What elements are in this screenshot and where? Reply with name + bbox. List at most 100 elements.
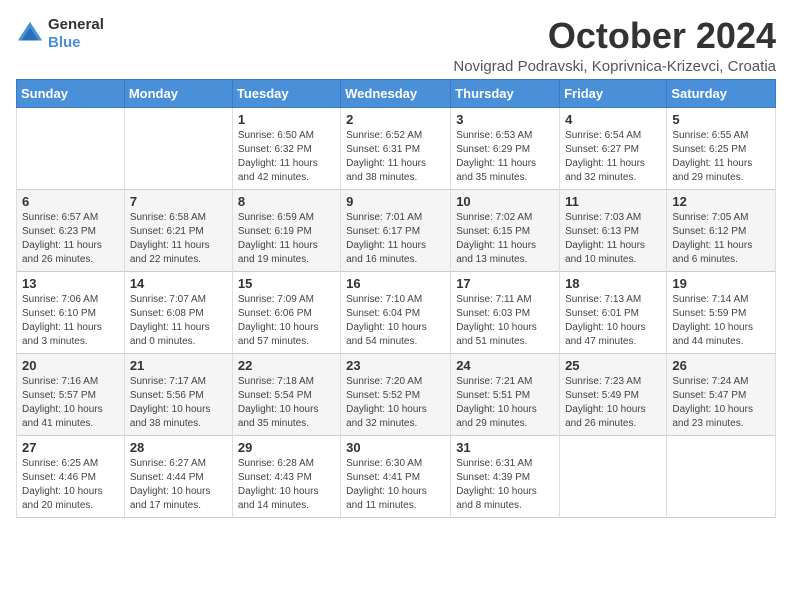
- title-section: October 2024 Novigrad Podravski, Koprivn…: [453, 16, 776, 75]
- day-info: Sunrise: 7:09 AM Sunset: 6:06 PM Dayligh…: [238, 293, 335, 349]
- calendar-cell: 21Sunrise: 7:17 AM Sunset: 5:56 PM Dayli…: [124, 353, 232, 435]
- weekday-header-saturday: Saturday: [667, 79, 776, 107]
- day-info: Sunrise: 6:27 AM Sunset: 4:44 PM Dayligh…: [130, 457, 227, 513]
- day-number: 8: [238, 194, 335, 209]
- day-number: 21: [130, 358, 227, 373]
- calendar-cell: 6Sunrise: 6:57 AM Sunset: 6:23 PM Daylig…: [17, 189, 125, 271]
- day-number: 19: [672, 276, 770, 291]
- location-title: Novigrad Podravski, Koprivnica-Krizevci,…: [453, 58, 776, 75]
- calendar-cell: 5Sunrise: 6:55 AM Sunset: 6:25 PM Daylig…: [667, 107, 776, 189]
- calendar-cell: 25 Sunrise: 7:23 AM Sunset: 5:49 PM Dayli…: [560, 353, 667, 435]
- calendar-cell: 19 Sunrise: 7:14 AM Sunset: 5:59 PM Dayli…: [667, 271, 776, 353]
- calendar-week-2: 6Sunrise: 6:57 AM Sunset: 6:23 PM Daylig…: [17, 189, 776, 271]
- day-info: Sunrise: 6:25 AM Sunset: 4:46 PM Dayligh…: [22, 457, 119, 513]
- day-info: Sunrise: 7:05 AM Sunset: 6:12 PM Dayligh…: [672, 211, 770, 267]
- day-number: 4: [565, 112, 661, 127]
- day-number: 26: [672, 358, 770, 373]
- day-number: 16: [346, 276, 445, 291]
- calendar-cell: 1 Sunrise: 6:50 AM Sunset: 6:32 PM Daylig…: [232, 107, 340, 189]
- calendar-cell: 10 Sunrise: 7:02 AM Sunset: 6:15 PM Dayli…: [451, 189, 560, 271]
- calendar-cell: 16 Sunrise: 7:10 AM Sunset: 6:04 PM Dayli…: [341, 271, 451, 353]
- day-number: 22: [238, 358, 335, 373]
- day-info: Sunrise: 6:53 AM Sunset: 6:29 PM Dayligh…: [456, 129, 554, 185]
- calendar-cell: [560, 435, 667, 517]
- day-info: Sunrise: 7:01 AM Sunset: 6:17 PM Dayligh…: [346, 211, 445, 267]
- weekday-header-thursday: Thursday: [451, 79, 560, 107]
- weekday-header-sunday: Sunday: [17, 79, 125, 107]
- day-number: 5: [672, 112, 770, 127]
- day-info: Sunrise: 7:21 AM Sunset: 5:51 PM Dayligh…: [456, 375, 554, 431]
- calendar-cell: 3 Sunrise: 6:53 AM Sunset: 6:29 PM Daylig…: [451, 107, 560, 189]
- day-info: Sunrise: 7:20 AM Sunset: 5:52 PM Dayligh…: [346, 375, 445, 431]
- day-number: 9: [346, 194, 445, 209]
- day-number: 14: [130, 276, 227, 291]
- calendar-cell: 30Sunrise: 6:30 AM Sunset: 4:41 PM Dayli…: [341, 435, 451, 517]
- day-number: 17: [456, 276, 554, 291]
- day-info: Sunrise: 6:30 AM Sunset: 4:41 PM Dayligh…: [346, 457, 445, 513]
- day-info: Sunrise: 7:18 AM Sunset: 5:54 PM Dayligh…: [238, 375, 335, 431]
- day-info: Sunrise: 6:31 AM Sunset: 4:39 PM Dayligh…: [456, 457, 554, 513]
- day-number: 20: [22, 358, 119, 373]
- calendar-cell: 28 Sunrise: 6:27 AM Sunset: 4:44 PM Dayli…: [124, 435, 232, 517]
- day-number: 24: [456, 358, 554, 373]
- calendar-cell: 17 Sunrise: 7:11 AM Sunset: 6:03 PM Dayli…: [451, 271, 560, 353]
- day-info: Sunrise: 7:06 AM Sunset: 6:10 PM Dayligh…: [22, 293, 119, 349]
- day-info: Sunrise: 6:58 AM Sunset: 6:21 PM Dayligh…: [130, 211, 227, 267]
- day-info: Sunrise: 7:07 AM Sunset: 6:08 PM Dayligh…: [130, 293, 227, 349]
- day-info: Sunrise: 7:14 AM Sunset: 5:59 PM Dayligh…: [672, 293, 770, 349]
- day-info: Sunrise: 6:59 AM Sunset: 6:19 PM Dayligh…: [238, 211, 335, 267]
- day-info: Sunrise: 6:52 AM Sunset: 6:31 PM Dayligh…: [346, 129, 445, 185]
- calendar-week-1: 1 Sunrise: 6:50 AM Sunset: 6:32 PM Daylig…: [17, 107, 776, 189]
- day-number: 31: [456, 440, 554, 455]
- day-info: Sunrise: 7:10 AM Sunset: 6:04 PM Dayligh…: [346, 293, 445, 349]
- day-info: Sunrise: 6:54 AM Sunset: 6:27 PM Dayligh…: [565, 129, 661, 185]
- day-number: 1: [238, 112, 335, 127]
- day-number: 7: [130, 194, 227, 209]
- weekday-header-friday: Friday: [560, 79, 667, 107]
- day-info: Sunrise: 7:11 AM Sunset: 6:03 PM Dayligh…: [456, 293, 554, 349]
- weekday-header-tuesday: Tuesday: [232, 79, 340, 107]
- day-number: 28: [130, 440, 227, 455]
- day-number: 23: [346, 358, 445, 373]
- day-number: 3: [456, 112, 554, 127]
- calendar-cell: 12 Sunrise: 7:05 AM Sunset: 6:12 PM Dayli…: [667, 189, 776, 271]
- calendar-cell: [124, 107, 232, 189]
- day-info: Sunrise: 7:16 AM Sunset: 5:57 PM Dayligh…: [22, 375, 119, 431]
- day-info: Sunrise: 7:23 AM Sunset: 5:49 PM Dayligh…: [565, 375, 661, 431]
- day-number: 2: [346, 112, 445, 127]
- day-number: 29: [238, 440, 335, 455]
- day-number: 25: [565, 358, 661, 373]
- day-number: 18: [565, 276, 661, 291]
- logo-blue: Blue: [48, 34, 104, 52]
- calendar-cell: 18 Sunrise: 7:13 AM Sunset: 6:01 PM Dayli…: [560, 271, 667, 353]
- calendar-cell: 13Sunrise: 7:06 AM Sunset: 6:10 PM Dayli…: [17, 271, 125, 353]
- weekday-header-row: SundayMondayTuesdayWednesdayThursdayFrid…: [17, 79, 776, 107]
- calendar-cell: 26 Sunrise: 7:24 AM Sunset: 5:47 PM Dayli…: [667, 353, 776, 435]
- day-info: Sunrise: 7:02 AM Sunset: 6:15 PM Dayligh…: [456, 211, 554, 267]
- day-number: 6: [22, 194, 119, 209]
- day-number: 12: [672, 194, 770, 209]
- day-info: Sunrise: 7:13 AM Sunset: 6:01 PM Dayligh…: [565, 293, 661, 349]
- calendar-week-3: 13Sunrise: 7:06 AM Sunset: 6:10 PM Dayli…: [17, 271, 776, 353]
- calendar-cell: 4 Sunrise: 6:54 AM Sunset: 6:27 PM Daylig…: [560, 107, 667, 189]
- day-info: Sunrise: 6:50 AM Sunset: 6:32 PM Dayligh…: [238, 129, 335, 185]
- day-number: 27: [22, 440, 119, 455]
- day-info: Sunrise: 7:24 AM Sunset: 5:47 PM Dayligh…: [672, 375, 770, 431]
- day-number: 15: [238, 276, 335, 291]
- calendar-header: SundayMondayTuesdayWednesdayThursdayFrid…: [17, 79, 776, 107]
- logo-icon: [16, 20, 44, 48]
- calendar-cell: [17, 107, 125, 189]
- day-number: 10: [456, 194, 554, 209]
- weekday-header-monday: Monday: [124, 79, 232, 107]
- calendar-cell: 14 Sunrise: 7:07 AM Sunset: 6:08 PM Dayli…: [124, 271, 232, 353]
- calendar-table: SundayMondayTuesdayWednesdayThursdayFrid…: [16, 79, 776, 518]
- calendar-cell: 23 Sunrise: 7:20 AM Sunset: 5:52 PM Dayli…: [341, 353, 451, 435]
- calendar-cell: 7 Sunrise: 6:58 AM Sunset: 6:21 PM Daylig…: [124, 189, 232, 271]
- month-title: October 2024: [453, 16, 776, 56]
- calendar-cell: 9 Sunrise: 7:01 AM Sunset: 6:17 PM Daylig…: [341, 189, 451, 271]
- day-info: Sunrise: 7:03 AM Sunset: 6:13 PM Dayligh…: [565, 211, 661, 267]
- calendar-cell: 11 Sunrise: 7:03 AM Sunset: 6:13 PM Dayli…: [560, 189, 667, 271]
- weekday-header-wednesday: Wednesday: [341, 79, 451, 107]
- calendar-cell: 24 Sunrise: 7:21 AM Sunset: 5:51 PM Dayli…: [451, 353, 560, 435]
- day-number: 11: [565, 194, 661, 209]
